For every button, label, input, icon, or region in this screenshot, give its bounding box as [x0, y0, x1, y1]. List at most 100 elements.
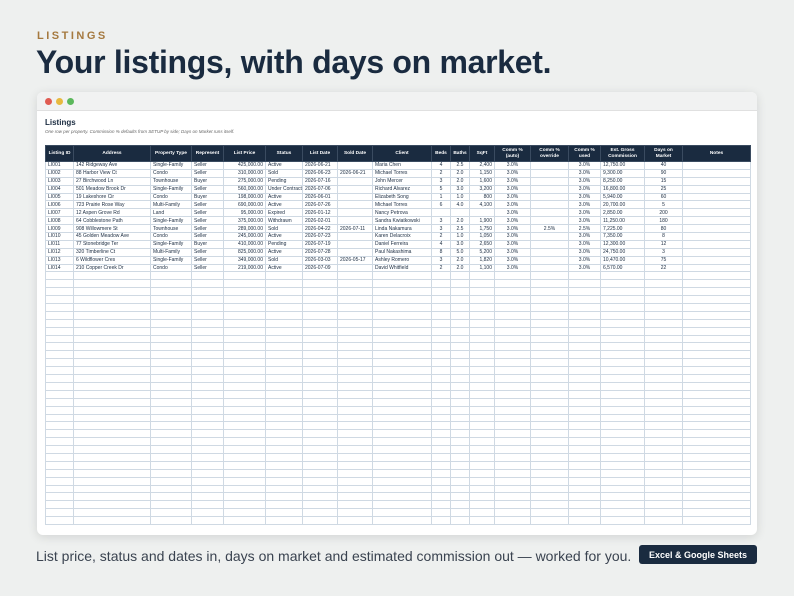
empty-cell[interactable] — [372, 287, 432, 297]
empty-cell[interactable] — [150, 271, 192, 281]
empty-cell[interactable] — [682, 342, 751, 352]
empty-cell[interactable] — [494, 358, 531, 368]
empty-cell[interactable] — [568, 350, 601, 360]
table-cell[interactable]: 6 — [431, 200, 451, 210]
table-cell[interactable] — [682, 216, 751, 226]
empty-cell[interactable] — [150, 476, 192, 486]
empty-cell[interactable] — [568, 476, 601, 486]
empty-cell[interactable] — [450, 500, 470, 510]
empty-cell[interactable] — [530, 397, 569, 407]
table-cell[interactable]: 3.0% — [494, 168, 531, 178]
empty-cell[interactable] — [568, 358, 601, 368]
table-cell[interactable]: 180 — [644, 216, 683, 226]
table-cell[interactable]: 3.0% — [568, 200, 601, 210]
table-cell[interactable]: Seller — [191, 161, 224, 170]
table-cell[interactable]: Ashley Romero — [372, 255, 432, 265]
empty-cell[interactable] — [568, 452, 601, 462]
empty-cell[interactable] — [568, 334, 601, 344]
table-cell[interactable]: 2,400 — [469, 161, 495, 170]
empty-cell[interactable] — [337, 342, 373, 352]
empty-cell[interactable] — [469, 500, 495, 510]
empty-cell[interactable] — [150, 350, 192, 360]
empty-cell[interactable] — [302, 437, 338, 447]
table-cell[interactable]: 1,600 — [469, 176, 495, 186]
empty-cell[interactable] — [265, 484, 303, 494]
empty-cell[interactable] — [682, 271, 751, 281]
table-cell[interactable]: 2.0 — [450, 216, 470, 226]
empty-cell[interactable] — [682, 334, 751, 344]
empty-cell[interactable] — [45, 460, 74, 470]
empty-cell[interactable] — [450, 374, 470, 383]
empty-cell[interactable] — [450, 437, 470, 447]
empty-cell[interactable] — [223, 452, 266, 462]
empty-cell[interactable] — [150, 468, 192, 478]
empty-cell[interactable] — [431, 303, 451, 312]
table-cell[interactable] — [682, 255, 751, 265]
table-cell[interactable] — [530, 247, 569, 257]
empty-cell[interactable] — [73, 295, 151, 305]
empty-cell[interactable] — [191, 334, 224, 344]
empty-cell[interactable] — [431, 452, 451, 462]
table-cell[interactable] — [682, 232, 751, 241]
empty-cell[interactable] — [530, 508, 569, 518]
table-cell[interactable]: Buyer — [191, 176, 224, 186]
empty-cell[interactable] — [530, 279, 569, 289]
empty-cell[interactable] — [530, 303, 569, 312]
empty-cell[interactable] — [494, 366, 531, 376]
table-cell[interactable]: 425,000.00 — [223, 161, 266, 170]
table-cell[interactable] — [337, 161, 373, 170]
empty-cell[interactable] — [450, 397, 470, 407]
empty-cell[interactable] — [469, 310, 495, 320]
empty-cell[interactable] — [494, 500, 531, 510]
table-cell[interactable]: 60 — [644, 192, 683, 202]
table-cell[interactable]: 3.0 — [450, 184, 470, 194]
empty-cell[interactable] — [431, 295, 451, 305]
empty-cell[interactable] — [223, 279, 266, 289]
table-cell[interactable]: 2 — [431, 263, 451, 273]
table-cell[interactable]: 2026-07-23 — [302, 232, 338, 241]
table-cell[interactable] — [682, 176, 751, 186]
empty-cell[interactable] — [644, 310, 683, 320]
empty-cell[interactable] — [150, 429, 192, 439]
table-cell[interactable]: 45 Golden Meadow Ave — [73, 232, 151, 241]
empty-cell[interactable] — [600, 271, 645, 281]
empty-cell[interactable] — [494, 318, 531, 328]
table-cell[interactable]: LI008 — [45, 216, 74, 226]
table-cell[interactable]: 2026-06-21 — [302, 161, 338, 170]
table-cell[interactable] — [530, 176, 569, 186]
table-cell[interactable]: 2.0 — [450, 176, 470, 186]
empty-cell[interactable] — [223, 437, 266, 447]
empty-cell[interactable] — [73, 303, 151, 312]
column-header[interactable]: Address — [73, 145, 151, 162]
empty-cell[interactable] — [337, 350, 373, 360]
empty-cell[interactable] — [337, 334, 373, 344]
empty-cell[interactable] — [530, 374, 569, 383]
empty-cell[interactable] — [682, 468, 751, 478]
empty-cell[interactable] — [450, 421, 470, 431]
empty-cell[interactable] — [530, 405, 569, 415]
table-cell[interactable]: 4 — [431, 239, 451, 249]
table-cell[interactable]: 908 Willowmere St — [73, 224, 151, 234]
table-cell[interactable]: 275,000.00 — [223, 176, 266, 186]
empty-cell[interactable] — [223, 500, 266, 510]
table-cell[interactable]: 11,250.00 — [600, 216, 645, 226]
table-cell[interactable]: 90 — [644, 168, 683, 178]
table-cell[interactable]: 2.5 — [450, 161, 470, 170]
empty-cell[interactable] — [530, 413, 569, 423]
table-cell[interactable]: Active — [265, 263, 303, 273]
empty-cell[interactable] — [191, 516, 224, 525]
empty-cell[interactable] — [223, 318, 266, 328]
table-cell[interactable]: 5,200 — [469, 247, 495, 257]
table-cell[interactable]: Buyer — [191, 192, 224, 202]
empty-cell[interactable] — [223, 429, 266, 439]
empty-cell[interactable] — [450, 271, 470, 281]
empty-cell[interactable] — [682, 279, 751, 289]
table-cell[interactable]: 9,300.00 — [600, 168, 645, 178]
empty-cell[interactable] — [494, 468, 531, 478]
empty-cell[interactable] — [302, 279, 338, 289]
table-cell[interactable]: 2026-06-21 — [337, 168, 373, 178]
table-cell[interactable]: 80 — [644, 224, 683, 234]
empty-cell[interactable] — [469, 374, 495, 383]
empty-cell[interactable] — [223, 476, 266, 486]
empty-cell[interactable] — [265, 452, 303, 462]
